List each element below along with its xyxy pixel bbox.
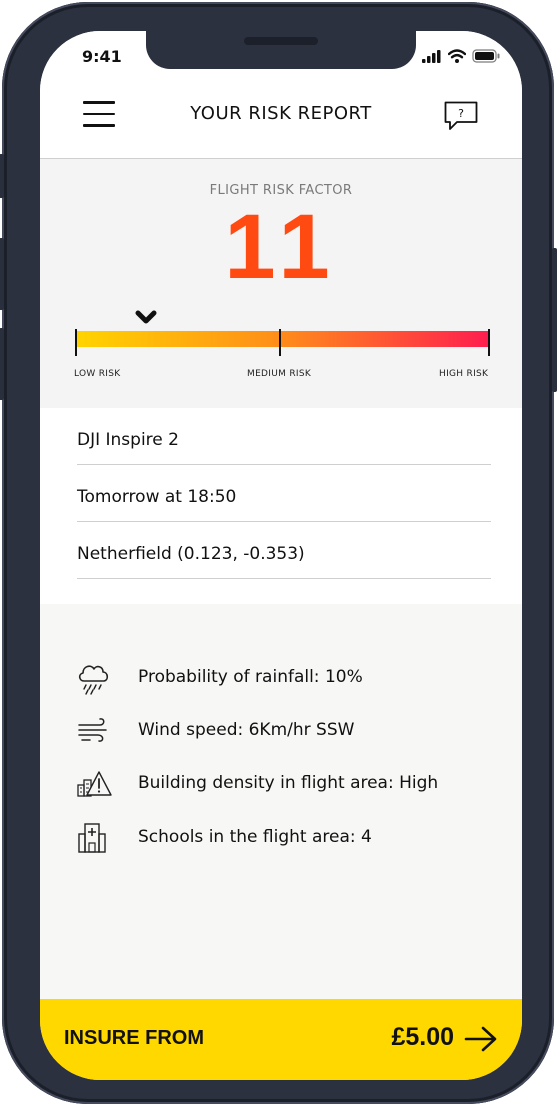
status-time: 9:41 <box>82 47 122 66</box>
volume-up-button <box>0 238 4 310</box>
building-warning-icon <box>77 771 112 797</box>
scale-label-medium: MEDIUM RISK <box>247 369 312 379</box>
flight-location-row[interactable]: Netherfield (0.123, -0.353) <box>77 522 491 579</box>
factor-rainfall: Probability of rainfall: 10% <box>76 661 496 695</box>
help-chat-icon[interactable]: ? <box>444 101 478 131</box>
risk-scale-bar <box>76 331 488 347</box>
app-header: YOUR RISK REPORT ? <box>40 83 522 159</box>
insure-button[interactable]: INSURE FROM £5.00 <box>40 999 522 1080</box>
flight-time: Tomorrow at 18:50 <box>77 487 237 507</box>
scale-label-low: LOW RISK <box>74 369 121 379</box>
factor-building-density: Building density in flight area: High <box>76 767 496 801</box>
drone-model: DJI Inspire 2 <box>77 430 179 450</box>
signal-icon <box>422 49 441 63</box>
scale-label-high: HIGH RISK <box>439 369 489 379</box>
factor-schools: Schools in the flight area: 4 <box>76 821 496 855</box>
flight-details: DJI Inspire 2 Tomorrow at 18:50 Netherfi… <box>40 408 522 604</box>
speaker <box>244 37 318 45</box>
risk-factors-list: Probability of rainfall: 10% Wind speed:… <box>40 604 522 1000</box>
drone-model-row[interactable]: DJI Inspire 2 <box>77 408 491 465</box>
battery-icon <box>472 49 500 63</box>
volume-down-button <box>0 328 4 400</box>
screen: 9:41 YOUR RISK REPORT ? FLIGHT RISK FACT… <box>40 31 522 1080</box>
factor-rainfall-text: Probability of rainfall: 10% <box>138 667 363 687</box>
rain-cloud-icon <box>78 665 109 695</box>
mute-switch <box>0 154 4 198</box>
notch <box>146 31 416 69</box>
school-icon <box>78 823 106 853</box>
risk-panel: FLIGHT RISK FACTOR 11 LOW RISK MEDIUM RI… <box>40 159 522 408</box>
power-button <box>552 248 557 392</box>
flight-time-row[interactable]: Tomorrow at 18:50 <box>77 465 491 522</box>
flight-location: Netherfield (0.123, -0.353) <box>77 544 305 564</box>
risk-tick-low <box>75 329 77 356</box>
risk-tick-high <box>488 329 490 356</box>
factor-wind-text: Wind speed: 6Km/hr SSW <box>138 720 355 740</box>
risk-marker-chevron-icon <box>135 310 157 324</box>
wind-icon <box>78 718 107 742</box>
wifi-icon <box>448 49 466 63</box>
help-icon-mark: ? <box>458 107 464 120</box>
factor-schools-text: Schools in the flight area: 4 <box>138 827 372 847</box>
phone-frame: 9:41 YOUR RISK REPORT ? FLIGHT RISK FACT… <box>0 2 557 1104</box>
status-icons <box>422 49 500 63</box>
insure-label: INSURE FROM <box>64 1027 204 1049</box>
arrow-right-icon <box>464 1026 497 1052</box>
factor-wind: Wind speed: 6Km/hr SSW <box>76 714 496 748</box>
risk-tick-medium <box>279 329 281 356</box>
risk-factor-value: 11 <box>224 196 338 298</box>
insure-price: £5.00 <box>391 1023 454 1051</box>
factor-building-density-text: Building density in flight area: High <box>138 773 439 793</box>
